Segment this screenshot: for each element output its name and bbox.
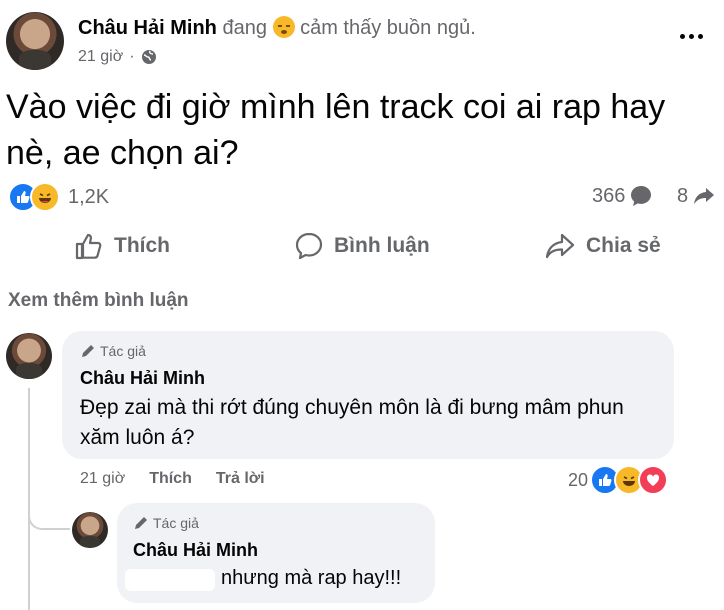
- reply-text: nhưng mà rap hay!!!: [221, 567, 402, 589]
- redacted-mention: [125, 569, 215, 591]
- post-time[interactable]: 21 giờ: [78, 48, 123, 66]
- post-author-avatar[interactable]: [6, 12, 64, 70]
- post-meta: 21 giờ ·: [78, 48, 157, 66]
- thread-line: [28, 388, 30, 610]
- share-icon: [545, 233, 575, 259]
- reply-bubble: Tác giả Châu Hải Minh nhưng mà rap hay!!…: [117, 503, 435, 603]
- status-prefix: đang: [222, 17, 267, 39]
- share-arrow-icon: [694, 188, 715, 204]
- comment-like-button[interactable]: Thích: [149, 470, 192, 488]
- share-button-label: Chia sẻ: [586, 234, 661, 257]
- comment-avatar[interactable]: [6, 333, 52, 379]
- post-content: Vào việc đi giờ mình lên track coi ai ra…: [6, 88, 666, 172]
- thread-branch: [28, 500, 70, 530]
- post-comment-count: 366: [592, 184, 626, 207]
- like-button-label: Thích: [114, 234, 170, 257]
- comment-author[interactable]: Châu Hải Minh: [80, 368, 205, 389]
- post-author-name[interactable]: Châu Hải Minh: [78, 17, 217, 39]
- comment-text: Đẹp zai mà thi rớt đúng chuyên môn là đi…: [80, 396, 624, 449]
- comment-reaction-summary[interactable]: 20: [568, 465, 669, 495]
- share-count-group[interactable]: 8: [677, 184, 716, 208]
- reply-author[interactable]: Châu Hải Minh: [133, 540, 258, 561]
- more-icon[interactable]: [680, 34, 703, 39]
- like-button[interactable]: Thích: [74, 231, 170, 261]
- comment-bubble-icon: [631, 186, 652, 206]
- status-feeling: cảm thấy buồn ngủ.: [300, 17, 476, 39]
- globe-icon: [141, 50, 156, 64]
- see-more-comments-link[interactable]: Xem thêm bình luận: [8, 290, 189, 312]
- comment-reply-button[interactable]: Trả lời: [216, 470, 265, 488]
- post-reaction-count[interactable]: 1,2K: [68, 186, 109, 209]
- comment-button-label: Bình luận: [334, 234, 430, 257]
- author-badge: Tác giả: [80, 343, 146, 359]
- author-badge: Tác giả: [133, 515, 199, 531]
- comment-icon: [295, 232, 323, 260]
- reaction-summary[interactable]: 1,2K: [8, 182, 109, 212]
- haha-reaction-icon: [30, 182, 60, 212]
- comment-count-group[interactable]: 366: [592, 184, 653, 208]
- pencil-icon: [135, 517, 147, 529]
- post-share-count: 8: [677, 184, 689, 207]
- post-header-line: Châu Hải Minh đang cảm thấy buồn ngủ.: [78, 16, 476, 40]
- love-reaction-icon: [638, 465, 669, 495]
- pencil-icon: [82, 345, 94, 357]
- comment-bubble: Tác giả Châu Hải Minh Đẹp zai mà thi rớt…: [62, 331, 674, 459]
- meta-dot: ·: [129, 48, 135, 65]
- comment-time[interactable]: 21 giờ: [80, 470, 125, 488]
- reply-avatar[interactable]: [72, 512, 108, 548]
- thumbs-up-icon: [75, 233, 102, 260]
- author-badge-label: Tác giả: [100, 343, 146, 359]
- comment-actions: 21 giờ Thích Trả lời: [80, 470, 265, 488]
- sleepy-emoji-icon: [272, 16, 295, 38]
- author-badge-label: Tác giả: [153, 515, 199, 531]
- comment-reaction-count: 20: [568, 469, 589, 490]
- comment-button[interactable]: Bình luận: [294, 231, 430, 261]
- share-button[interactable]: Chia sẻ: [544, 231, 661, 261]
